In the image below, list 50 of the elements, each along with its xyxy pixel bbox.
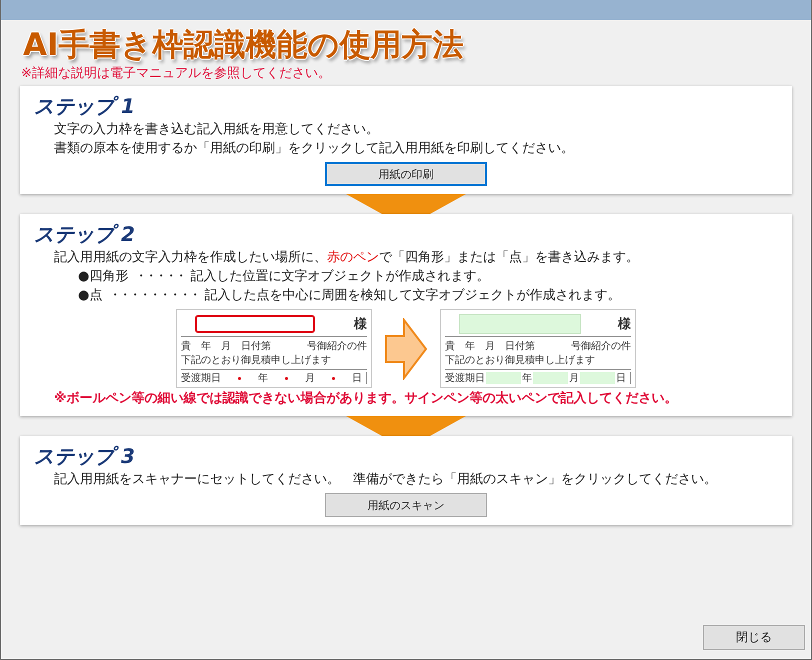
marker-dot: [238, 376, 241, 380]
field-highlight: [486, 372, 521, 384]
form-text: 貴: [181, 340, 191, 353]
form-text: 下記のとおり御見積申し上げます: [181, 354, 332, 367]
field-highlight: [580, 372, 615, 384]
page-title: AI手書き枠認識機能の使用方法: [23, 26, 464, 64]
form-text: 下記のとおり御見積申し上げます: [445, 354, 596, 367]
down-arrow-icon: [346, 416, 466, 436]
form-text: 月: [221, 340, 231, 353]
instruction-text: 記入用用紙の文字入力枠を作成したい場所に、赤のペンで「四角形」または「点」を書き込みます。: [54, 249, 640, 267]
form-text: 年: [522, 372, 532, 385]
form-text: 月: [485, 340, 495, 353]
form-text: 受渡期日: [181, 372, 221, 385]
action-button[interactable]: 用紙のスキャン: [325, 493, 487, 517]
subtitle-note: ※詳細な説明は電子マニュアルを参照してください。: [21, 65, 332, 82]
form-text: 号御紹介の件: [307, 340, 367, 353]
form-text: 月: [569, 372, 579, 385]
dot-leader: ・・・・・: [134, 268, 184, 286]
right-arrow-icon: [384, 318, 428, 380]
form-text: 号御紹介の件: [571, 340, 631, 353]
form-text: 年: [201, 340, 211, 353]
warning-text: ※ボールペン等の細い線では認識できない場合があります。サインペン等の太いペンで記入してください。: [54, 390, 679, 408]
form-text: 日: [352, 372, 362, 385]
field-highlight: [533, 372, 568, 384]
bullet-label: ●点: [78, 287, 102, 305]
action-button[interactable]: 用紙の印刷: [325, 162, 487, 186]
step-heading: ステップ 2: [34, 221, 135, 248]
form-text: 様: [354, 316, 367, 333]
marker-dot: [332, 376, 335, 380]
instruction-text: 記入用用紙をスキャナーにセットしてください。 準備ができたら「用紙のスキャン」をクリックしてください。: [54, 471, 718, 489]
instruction-text: 書類の原本を使用するか「用紙の印刷」をクリックして記入用用紙を印刷してください。: [54, 140, 575, 158]
form-text: 年: [258, 372, 268, 385]
bullet-text: 記入した位置に文字オブジェクトが作成されます。: [190, 268, 490, 286]
bullet-text: 記入した点を中心に周囲を検知して文字オブジェクトが作成されます。: [204, 287, 620, 305]
down-arrow-icon: [346, 194, 466, 214]
form-text: 年: [465, 340, 475, 353]
form-text: 様: [618, 316, 631, 333]
instruction-text: 文字の入力枠を書き込む記入用紙を用意してください。: [54, 121, 380, 139]
step-heading: ステップ 3: [34, 443, 135, 470]
form-text: 貴: [445, 340, 455, 353]
bullet-label: ●四角形: [78, 268, 128, 286]
dot-leader: ・・・・・・・・・: [108, 287, 198, 305]
form-text: 月: [305, 372, 315, 385]
form-text: 日付第: [241, 340, 271, 353]
close-button[interactable]: 閉じる: [703, 625, 805, 650]
form-text: 日: [616, 372, 626, 385]
step-heading: ステップ 1: [34, 93, 135, 120]
form-text: 受渡期日: [445, 372, 485, 385]
marker-dot: [285, 376, 288, 380]
form-text: 日付第: [505, 340, 535, 353]
